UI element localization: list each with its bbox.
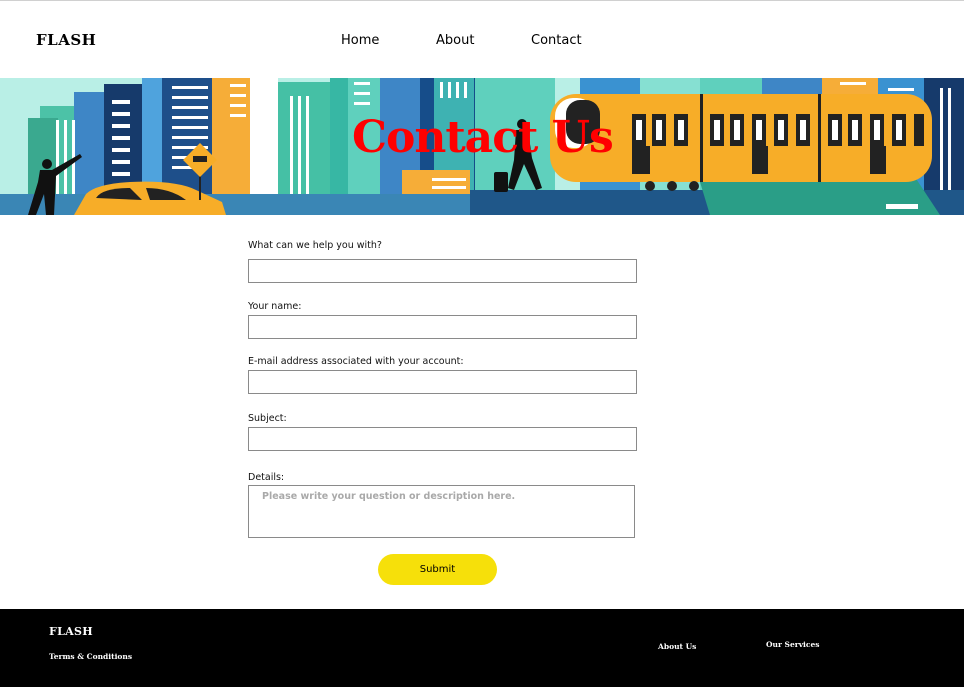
name-input[interactable]: [248, 315, 637, 339]
nav-link-contact[interactable]: Contact: [531, 33, 582, 48]
details-textarea[interactable]: [248, 485, 635, 538]
footer-link-services[interactable]: Our Services: [766, 640, 819, 649]
email-input[interactable]: [248, 370, 637, 394]
help-topic-label: What can we help you with?: [248, 240, 382, 251]
details-label: Details:: [248, 472, 285, 483]
nav-link-home[interactable]: Home: [341, 33, 379, 48]
help-topic-input[interactable]: [248, 259, 637, 283]
top-border: [0, 0, 964, 1]
footer-link-about[interactable]: About Us: [658, 642, 696, 651]
subject-input[interactable]: [248, 427, 637, 451]
subject-label: Subject:: [248, 413, 287, 424]
footer-link-terms[interactable]: Terms & Conditions: [49, 652, 132, 661]
nav-link-about[interactable]: About: [436, 33, 474, 48]
site-logo[interactable]: FLASH: [36, 31, 96, 49]
hero-banner: Contact Us: [0, 78, 964, 215]
page-title: Contact Us: [352, 112, 614, 163]
site-footer: FLASH Terms & Conditions About Us Our Se…: [0, 609, 964, 687]
footer-logo[interactable]: FLASH: [49, 625, 93, 638]
name-label: Your name:: [248, 301, 302, 312]
submit-button[interactable]: Submit: [378, 554, 497, 585]
email-label: E-mail address associated with your acco…: [248, 356, 464, 367]
